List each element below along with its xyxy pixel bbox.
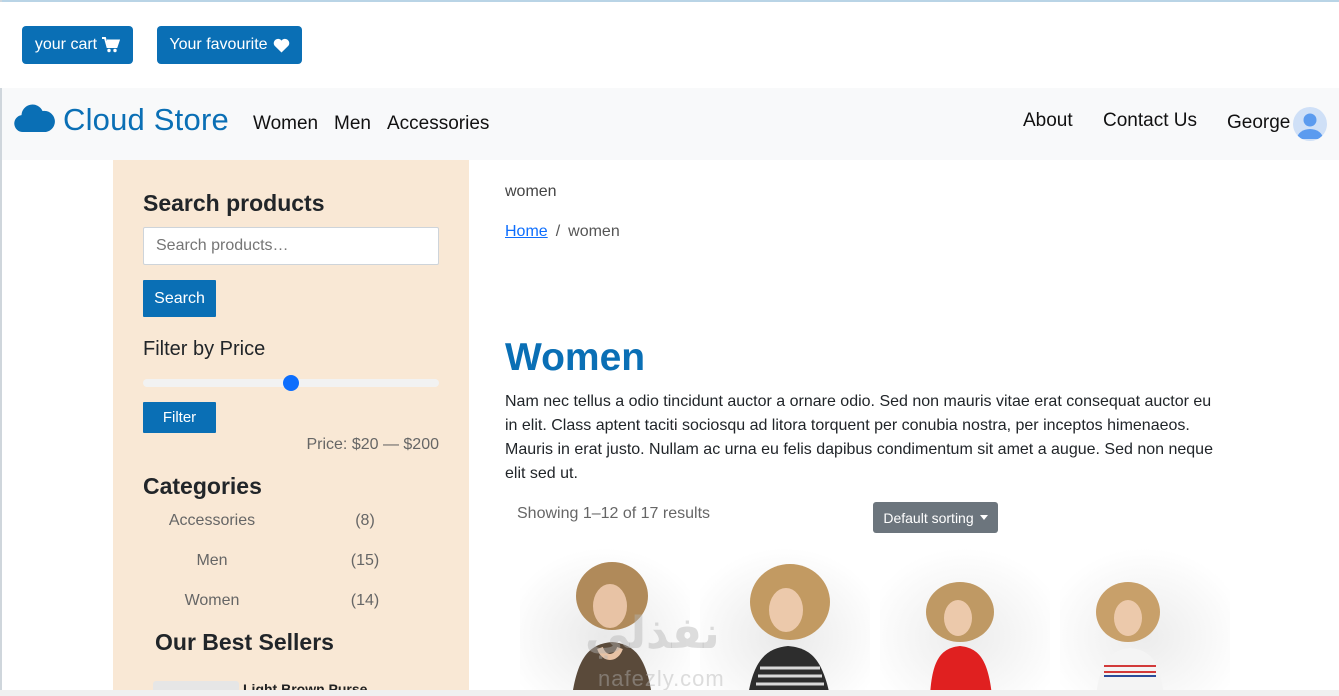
results-count: Showing 1–12 of 17 results (517, 505, 711, 522)
product-card[interactable] (1060, 548, 1230, 696)
nav-link-women[interactable]: Women (253, 113, 318, 135)
category-count: (8) (355, 512, 375, 529)
category-name: Accessories (168, 512, 256, 529)
sorting-dropdown[interactable]: Default sorting (873, 502, 998, 533)
page-description: Nam nec tellus a odio tincidunt auctor a… (505, 393, 1213, 482)
shopping-cart-icon (102, 37, 121, 53)
nav-link-about[interactable]: About (1023, 110, 1073, 132)
user-avatar-icon[interactable] (1293, 107, 1327, 141)
categories-heading: Categories (143, 473, 262, 499)
category-name: Women (184, 592, 240, 609)
filter-button[interactable]: Filter (143, 402, 216, 433)
nav-link-men[interactable]: Men (334, 113, 371, 135)
window-bottom-edge (0, 690, 1339, 696)
breadcrumb: Home / women (505, 223, 620, 241)
product-card[interactable] (700, 548, 870, 696)
product-image (1060, 548, 1230, 696)
category-name: Men (196, 552, 228, 569)
product-image (880, 548, 1050, 696)
price-range-text: Price: $20 — $200 (306, 436, 439, 453)
category-count: (15) (350, 552, 380, 569)
brand-name: Cloud Store (63, 102, 229, 137)
page-title: Women (505, 336, 646, 379)
cart-button-label: your cart (34, 36, 98, 53)
breadcrumb-home-link[interactable]: Home (505, 223, 548, 241)
nav-link-contact-us[interactable]: Contact Us (1103, 110, 1197, 132)
brand-logo[interactable]: Cloud Store (14, 102, 229, 138)
price-slider-thumb[interactable] (283, 375, 299, 391)
category-label: women (505, 183, 557, 200)
favourite-button[interactable]: Your favourite (157, 26, 302, 64)
sorting-dropdown-label: Default sorting (883, 509, 974, 526)
breadcrumb-current: women (568, 223, 620, 240)
nav-link-accessories[interactable]: Accessories (387, 113, 489, 135)
main-navbar: Cloud Store Women Men Accessories About … (2, 88, 1339, 160)
watermark-url: nafezly.com (598, 666, 725, 691)
product-card[interactable] (880, 548, 1050, 696)
search-products-heading: Search products (143, 190, 325, 216)
chevron-down-icon (979, 515, 988, 520)
category-count: (14) (350, 592, 380, 609)
watermark-logo: نفذلي (585, 609, 720, 658)
search-button[interactable]: Search (143, 280, 216, 317)
user-name[interactable]: George (1227, 112, 1290, 134)
cart-button[interactable]: your cart (22, 26, 133, 64)
best-sellers-heading: Our Best Sellers (155, 629, 334, 655)
favourite-button-label: Your favourite (169, 36, 268, 53)
search-input[interactable] (143, 227, 439, 265)
product-image (700, 548, 870, 696)
price-slider[interactable] (143, 375, 439, 391)
cloud-icon (14, 103, 55, 138)
filter-by-price-heading: Filter by Price (143, 338, 266, 360)
heart-icon (273, 38, 290, 53)
sidebar: Search products Search Filter by Price F… (113, 160, 469, 696)
top-bar: your cart Your favourite (0, 2, 1339, 88)
breadcrumb-separator: / (555, 223, 561, 240)
